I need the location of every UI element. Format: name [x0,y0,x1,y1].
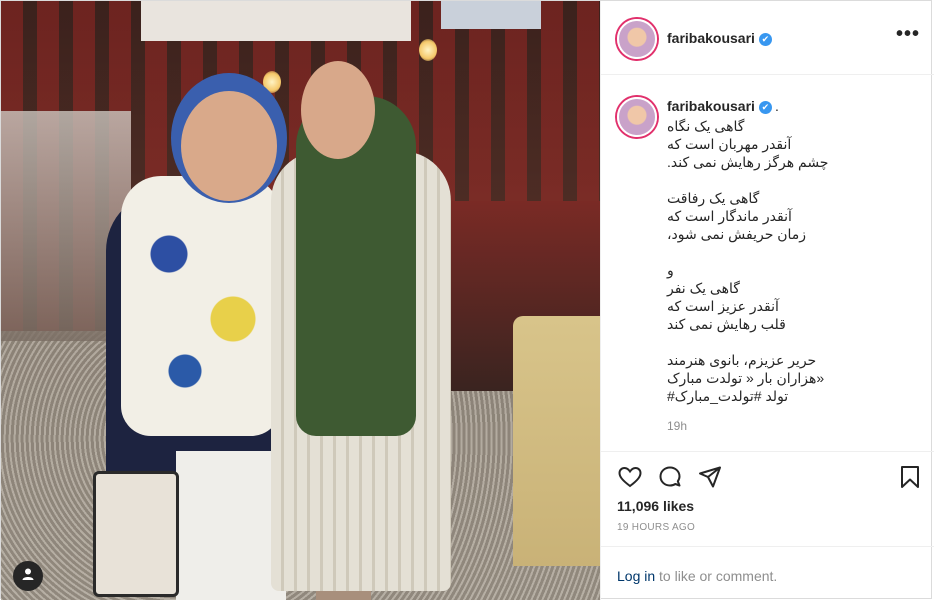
caption-dot: . [774,98,779,114]
login-prompt-text: to like or comment. [655,568,778,584]
relative-time[interactable]: 19h [667,419,687,433]
hanging-fabric [141,1,411,41]
post-header: faribakousari ✔ ••• [601,1,934,75]
caption-line: حریر عزیزم، بانوی هنرمند [667,352,817,368]
action-bar [601,451,934,502]
more-icon[interactable]: ••• [896,24,920,44]
caption-line: تولد #تولدت_مبارک# [667,388,789,404]
post-dialog: faribakousari ✔ ••• faribakousari ✔. گاهی … [0,0,934,601]
header-username[interactable]: faribakousari ✔ [667,30,772,46]
avatar[interactable] [617,19,657,59]
verified-icon: ✔ [758,32,772,46]
table-drape [513,316,600,566]
post-side-panel: faribakousari ✔ ••• faribakousari ✔. گاهی … [600,1,934,601]
hanging-fabric [441,1,541,29]
comment-bar: Log in to like or comment. [601,546,934,601]
username-text[interactable]: faribakousari [667,30,755,46]
tagged-users-button[interactable] [13,561,43,591]
login-link[interactable]: Log in [617,568,655,584]
share-icon[interactable] [697,464,723,490]
post-timestamp[interactable]: 19 HOURS AGO [617,522,695,533]
caption-line: «هزاران بار « تولدت مبارک [667,370,825,386]
woman-left-scarf [121,176,281,436]
user-icon [21,567,35,586]
login-prompt: Log in to like or comment. [617,568,777,584]
caption-line: آنقدر ماندگار است که [667,208,792,224]
caption-line: زمان حریفش نمی شود، [667,226,807,242]
bookmark-icon[interactable] [897,464,923,490]
caption-username[interactable]: faribakousari [667,98,755,114]
caption-line: قلب رهایش نمی کند [667,316,786,332]
lamp [263,71,281,93]
caption-line: چشم هرگز رهایش نمی کند. [667,154,829,170]
woman-left-face [181,91,277,201]
caption-text: گاهی یک نگاه آنقدر مهربان است که چشم هرگز … [667,117,897,405]
post-photo[interactable] [1,1,600,600]
caption: faribakousari ✔. گاهی یک نگاه آنقدر مهربان… [667,97,897,405]
woman-left-skirt [176,451,286,600]
caption-line: گاهی یک نفر [667,280,740,296]
caption-line: و [667,262,674,278]
comment-icon[interactable] [657,464,683,490]
caption-line: گاهی یک رفاقت [667,190,760,206]
heart-icon[interactable] [617,464,643,490]
likes-count[interactable]: 11,096 likes [617,498,694,514]
caption-line: آنقدر مهربان است که [667,136,792,152]
caption-line: آنقدر عزیز است که [667,298,779,314]
handbag [93,471,179,597]
lamp [419,39,437,61]
verified-icon: ✔ [758,100,772,114]
woman-right-face [301,61,375,159]
caption-line: گاهی یک نگاه [667,118,745,134]
caption-avatar[interactable] [617,97,657,137]
